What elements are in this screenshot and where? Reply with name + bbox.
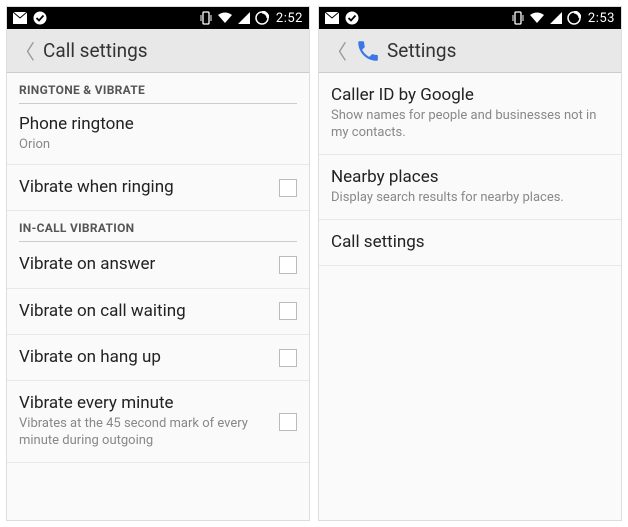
- setting-vibrate-on-call-waiting[interactable]: Vibrate on call waiting: [7, 289, 309, 335]
- checkbox[interactable]: [279, 302, 297, 320]
- page-title: Settings: [387, 39, 456, 62]
- vibrate-icon: [512, 11, 524, 25]
- signal-icon: [238, 12, 250, 24]
- setting-title: Caller ID by Google: [331, 85, 601, 106]
- setting-title: Nearby places: [331, 167, 601, 188]
- vibrate-icon: [200, 11, 212, 25]
- setting-summary: Orion: [19, 137, 289, 154]
- setting-title: Phone ringtone: [19, 114, 289, 135]
- status-bar: 2:52: [7, 7, 309, 29]
- phone-left: 2:52 〈 Call settings RINGTONE & VIBRATE …: [6, 6, 310, 521]
- setting-summary: Show names for people and businesses not…: [331, 108, 601, 142]
- settings-list[interactable]: Caller ID by Google Show names for peopl…: [319, 73, 621, 520]
- back-icon[interactable]: 〈: [325, 36, 349, 65]
- setting-nearby-places[interactable]: Nearby places Display search results for…: [319, 155, 621, 220]
- battery-circle-icon: [567, 11, 581, 25]
- setting-summary: Display search results for nearby places…: [331, 190, 601, 207]
- setting-vibrate-when-ringing[interactable]: Vibrate when ringing: [7, 165, 309, 211]
- setting-vibrate-on-hang-up[interactable]: Vibrate on hang up: [7, 335, 309, 381]
- category-header: RINGTONE & VIBRATE: [7, 73, 309, 101]
- checkbox[interactable]: [279, 256, 297, 274]
- setting-title: Vibrate every minute: [19, 393, 271, 414]
- action-bar: 〈 Settings: [319, 29, 621, 73]
- setting-title: Vibrate on answer: [19, 254, 271, 275]
- status-clock: 2:53: [588, 11, 615, 26]
- notification-check-icon: [33, 11, 47, 25]
- settings-list[interactable]: RINGTONE & VIBRATE Phone ringtone Orion …: [7, 73, 309, 520]
- checkbox[interactable]: [279, 349, 297, 367]
- setting-call-settings[interactable]: Call settings: [319, 220, 621, 266]
- setting-caller-id-by-google[interactable]: Caller ID by Google Show names for peopl…: [319, 73, 621, 155]
- status-bar: 2:53: [319, 7, 621, 29]
- wifi-icon: [529, 12, 545, 24]
- wifi-icon: [217, 12, 233, 24]
- checkbox[interactable]: [279, 413, 297, 431]
- setting-phone-ringtone[interactable]: Phone ringtone Orion: [7, 104, 309, 165]
- status-clock: 2:52: [276, 11, 303, 26]
- phone-icon: [355, 38, 381, 64]
- notification-check-icon: [345, 11, 359, 25]
- setting-summary: Vibrates at the 45 second mark of every …: [19, 416, 271, 450]
- phone-right: 2:53 〈 Settings Caller ID by Google Show…: [318, 6, 622, 521]
- back-icon[interactable]: 〈: [13, 36, 37, 65]
- setting-title: Call settings: [331, 232, 601, 253]
- setting-vibrate-on-answer[interactable]: Vibrate on answer: [7, 242, 309, 288]
- signal-icon: [550, 12, 562, 24]
- setting-title: Vibrate on hang up: [19, 347, 271, 368]
- notification-mail-icon: [13, 12, 27, 24]
- setting-title: Vibrate on call waiting: [19, 301, 271, 322]
- setting-title: Vibrate when ringing: [19, 177, 271, 198]
- category-header: IN-CALL VIBRATION: [7, 211, 309, 239]
- notification-mail-icon: [325, 12, 339, 24]
- checkbox[interactable]: [279, 179, 297, 197]
- page-title: Call settings: [43, 39, 148, 62]
- setting-vibrate-every-minute[interactable]: Vibrate every minute Vibrates at the 45 …: [7, 381, 309, 463]
- battery-circle-icon: [255, 11, 269, 25]
- action-bar: 〈 Call settings: [7, 29, 309, 73]
